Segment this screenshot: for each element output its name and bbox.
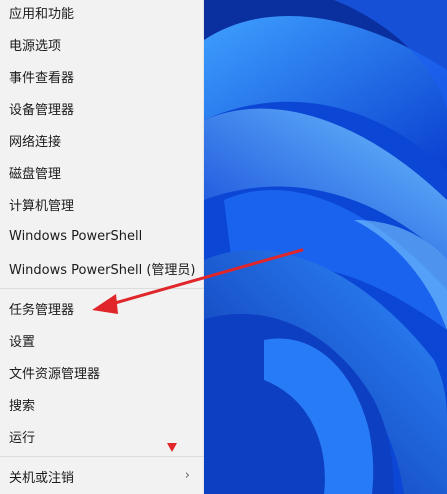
chevron-right-icon: › <box>184 468 190 483</box>
menu-item-settings[interactable]: 设置 <box>0 324 204 356</box>
menu-item-file-explorer[interactable]: 文件资源管理器 <box>0 356 204 388</box>
menu-item-label: 事件查看器 <box>9 70 75 86</box>
menu-item-label: 电源选项 <box>9 38 62 54</box>
menu-item-label: 文件资源管理器 <box>9 366 101 382</box>
menu-item-device-manager[interactable]: 设备管理器 <box>0 92 204 124</box>
menu-item-task-manager[interactable]: 任务管理器 <box>0 292 204 324</box>
menu-item-powershell[interactable]: Windows PowerShell <box>0 220 204 252</box>
menu-item-label: 计算机管理 <box>9 198 75 214</box>
menu-item-disk-management[interactable]: 磁盘管理 <box>0 156 204 188</box>
menu-item-label: 设置 <box>9 334 36 350</box>
menu-item-label: 关机或注销 <box>9 470 75 486</box>
menu-item-label: 应用和功能 <box>9 6 75 22</box>
menu-item-run[interactable]: 运行 <box>0 420 204 452</box>
menu-item-label: Windows PowerShell <box>9 228 143 244</box>
desktop-wallpaper <box>204 0 447 494</box>
menu-separator <box>0 288 204 289</box>
menu-item-label: 磁盘管理 <box>9 166 62 182</box>
menu-item-label: 任务管理器 <box>9 302 75 318</box>
bloom-wallpaper-graphic <box>204 0 447 494</box>
menu-item-label: 设备管理器 <box>9 102 75 118</box>
menu-item-label: 搜索 <box>9 398 36 414</box>
menu-item-label: 运行 <box>9 430 36 446</box>
menu-item-network-connections[interactable]: 网络连接 <box>0 124 204 156</box>
menu-item-label: 网络连接 <box>9 134 62 150</box>
menu-item-power-options[interactable]: 电源选项 <box>0 28 204 60</box>
menu-item-search[interactable]: 搜索 <box>0 388 204 420</box>
menu-item-shutdown-signout[interactable]: 关机或注销 › <box>0 460 204 492</box>
menu-item-powershell-admin[interactable]: Windows PowerShell (管理员) <box>0 252 204 284</box>
winx-context-menu: 应用和功能 电源选项 事件查看器 设备管理器 网络连接 磁盘管理 计算机管理 W… <box>0 0 204 494</box>
menu-item-apps-features[interactable]: 应用和功能 <box>0 0 204 28</box>
menu-item-event-viewer[interactable]: 事件查看器 <box>0 60 204 92</box>
menu-separator <box>0 456 204 457</box>
menu-item-computer-management[interactable]: 计算机管理 <box>0 188 204 220</box>
menu-item-label: Windows PowerShell (管理员) <box>9 262 196 278</box>
